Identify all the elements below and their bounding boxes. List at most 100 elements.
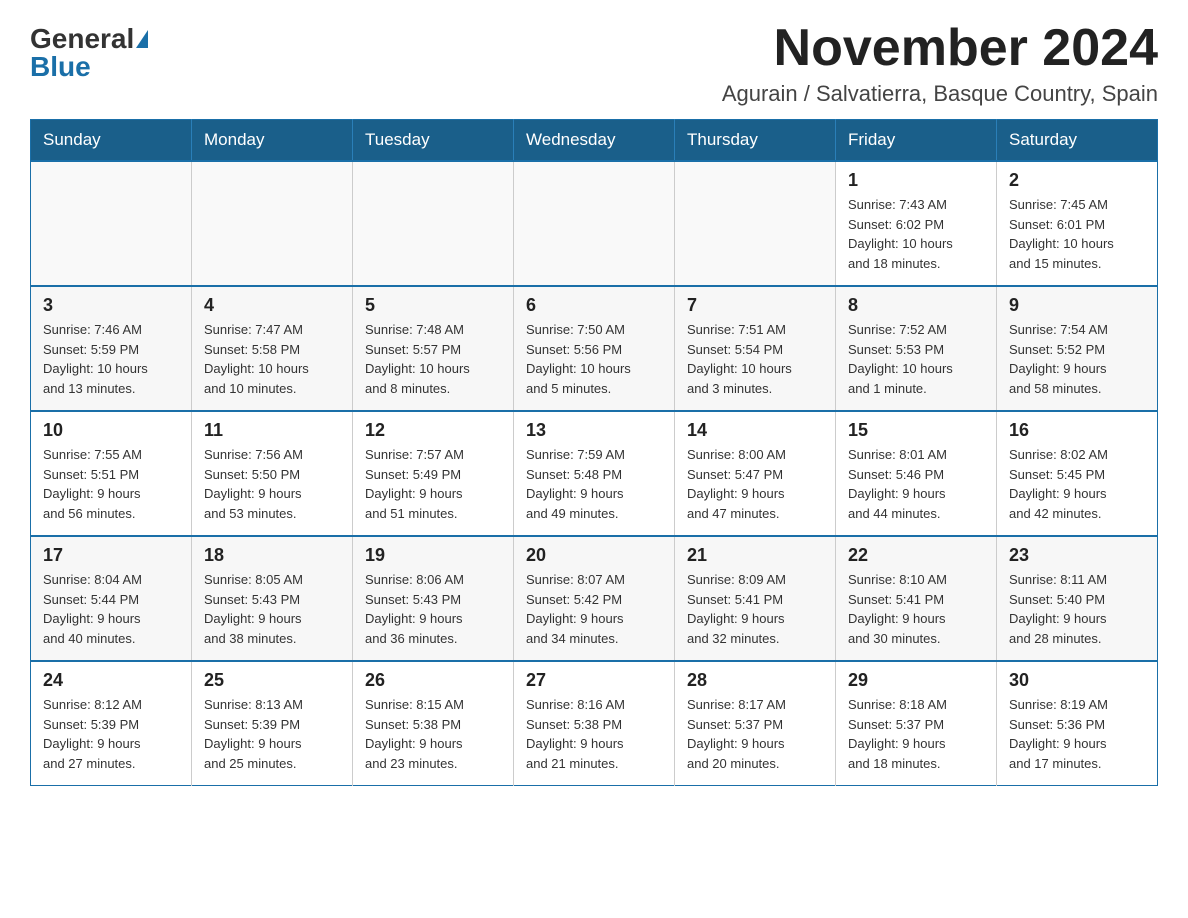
day-info: Sunrise: 8:05 AMSunset: 5:43 PMDaylight:… <box>204 570 340 648</box>
day-cell <box>192 161 353 286</box>
day-number: 1 <box>848 170 984 191</box>
week-row-5: 24 Sunrise: 8:12 AMSunset: 5:39 PMDayligh… <box>31 661 1158 786</box>
calendar-header-row: SundayMondayTuesdayWednesdayThursdayFrid… <box>31 120 1158 162</box>
day-number: 15 <box>848 420 984 441</box>
day-cell: 27Sunrise: 8:16 AMSunset: 5:38 PMDayligh… <box>514 661 675 786</box>
day-cell: 20Sunrise: 8:07 AMSunset: 5:42 PMDayligh… <box>514 536 675 661</box>
day-info: Sunrise: 7:50 AMSunset: 5:56 PMDaylight:… <box>526 320 662 398</box>
day-info: Sunrise: 8:19 AMSunset: 5:36 PMDaylight:… <box>1009 695 1145 773</box>
day-cell <box>31 161 192 286</box>
week-row-1: 1 Sunrise: 7:43 AMSunset: 6:02 PMDaylight… <box>31 161 1158 286</box>
day-number: 22 <box>848 545 984 566</box>
day-cell: 10Sunrise: 7:55 AMSunset: 5:51 PMDayligh… <box>31 411 192 536</box>
header-monday: Monday <box>192 120 353 162</box>
day-number: 10 <box>43 420 179 441</box>
week-row-3: 10Sunrise: 7:55 AMSunset: 5:51 PMDayligh… <box>31 411 1158 536</box>
day-cell: 12 Sunrise: 7:57 AMSunset: 5:49 PMDayligh… <box>353 411 514 536</box>
day-number: 4 <box>204 295 340 316</box>
header-tuesday: Tuesday <box>353 120 514 162</box>
calendar-title: November 2024 <box>722 20 1158 77</box>
day-info: Sunrise: 7:43 AMSunset: 6:02 PMDaylight:… <box>848 195 984 273</box>
day-number: 24 <box>43 670 179 691</box>
day-cell: 13 Sunrise: 7:59 AMSunset: 5:48 PMDayligh… <box>514 411 675 536</box>
day-info: Sunrise: 8:00 AMSunset: 5:47 PMDaylight:… <box>687 445 823 523</box>
day-number: 16 <box>1009 420 1145 441</box>
day-cell: 16 Sunrise: 8:02 AMSunset: 5:45 PMDayligh… <box>997 411 1158 536</box>
day-number: 29 <box>848 670 984 691</box>
day-number: 3 <box>43 295 179 316</box>
day-cell: 26Sunrise: 8:15 AMSunset: 5:38 PMDayligh… <box>353 661 514 786</box>
day-cell <box>353 161 514 286</box>
day-cell: 17 Sunrise: 8:04 AMSunset: 5:44 PMDayligh… <box>31 536 192 661</box>
header-saturday: Saturday <box>997 120 1158 162</box>
day-cell <box>675 161 836 286</box>
day-cell: 5Sunrise: 7:48 AMSunset: 5:57 PMDaylight… <box>353 286 514 411</box>
day-number: 7 <box>687 295 823 316</box>
day-cell: 3 Sunrise: 7:46 AMSunset: 5:59 PMDaylight… <box>31 286 192 411</box>
week-row-2: 3 Sunrise: 7:46 AMSunset: 5:59 PMDaylight… <box>31 286 1158 411</box>
day-info: Sunrise: 8:09 AMSunset: 5:41 PMDaylight:… <box>687 570 823 648</box>
day-number: 28 <box>687 670 823 691</box>
day-number: 26 <box>365 670 501 691</box>
day-cell: 9Sunrise: 7:54 AMSunset: 5:52 PMDaylight… <box>997 286 1158 411</box>
day-info: Sunrise: 8:17 AMSunset: 5:37 PMDaylight:… <box>687 695 823 773</box>
day-info: Sunrise: 7:57 AMSunset: 5:49 PMDaylight:… <box>365 445 501 523</box>
day-info: Sunrise: 7:59 AMSunset: 5:48 PMDaylight:… <box>526 445 662 523</box>
day-number: 18 <box>204 545 340 566</box>
day-cell: 24 Sunrise: 8:12 AMSunset: 5:39 PMDayligh… <box>31 661 192 786</box>
day-number: 5 <box>365 295 501 316</box>
day-info: Sunrise: 8:13 AMSunset: 5:39 PMDaylight:… <box>204 695 340 773</box>
day-number: 2 <box>1009 170 1145 191</box>
day-number: 13 <box>526 420 662 441</box>
day-info: Sunrise: 8:02 AMSunset: 5:45 PMDaylight:… <box>1009 445 1145 523</box>
day-cell: 29 Sunrise: 8:18 AMSunset: 5:37 PMDayligh… <box>836 661 997 786</box>
day-info: Sunrise: 8:04 AMSunset: 5:44 PMDaylight:… <box>43 570 179 648</box>
day-cell: 1 Sunrise: 7:43 AMSunset: 6:02 PMDaylight… <box>836 161 997 286</box>
day-info: Sunrise: 7:47 AMSunset: 5:58 PMDaylight:… <box>204 320 340 398</box>
day-number: 25 <box>204 670 340 691</box>
day-number: 14 <box>687 420 823 441</box>
page-header: General Blue November 2024 Agurain / Sal… <box>30 20 1158 107</box>
day-cell: 21 Sunrise: 8:09 AMSunset: 5:41 PMDayligh… <box>675 536 836 661</box>
day-number: 11 <box>204 420 340 441</box>
calendar-table: SundayMondayTuesdayWednesdayThursdayFrid… <box>30 119 1158 786</box>
header-friday: Friday <box>836 120 997 162</box>
day-cell: 6Sunrise: 7:50 AMSunset: 5:56 PMDaylight… <box>514 286 675 411</box>
day-info: Sunrise: 8:07 AMSunset: 5:42 PMDaylight:… <box>526 570 662 648</box>
header-thursday: Thursday <box>675 120 836 162</box>
logo-blue-text: Blue <box>30 53 91 81</box>
day-cell: 7Sunrise: 7:51 AMSunset: 5:54 PMDaylight… <box>675 286 836 411</box>
day-cell: 2 Sunrise: 7:45 AMSunset: 6:01 PMDaylight… <box>997 161 1158 286</box>
day-cell: 4 Sunrise: 7:47 AMSunset: 5:58 PMDaylight… <box>192 286 353 411</box>
day-cell: 25 Sunrise: 8:13 AMSunset: 5:39 PMDayligh… <box>192 661 353 786</box>
day-info: Sunrise: 7:52 AMSunset: 5:53 PMDaylight:… <box>848 320 984 398</box>
day-number: 12 <box>365 420 501 441</box>
day-cell: 19 Sunrise: 8:06 AMSunset: 5:43 PMDayligh… <box>353 536 514 661</box>
header-sunday: Sunday <box>31 120 192 162</box>
day-info: Sunrise: 8:10 AMSunset: 5:41 PMDaylight:… <box>848 570 984 648</box>
day-number: 21 <box>687 545 823 566</box>
day-cell: 28 Sunrise: 8:17 AMSunset: 5:37 PMDayligh… <box>675 661 836 786</box>
day-info: Sunrise: 8:01 AMSunset: 5:46 PMDaylight:… <box>848 445 984 523</box>
day-number: 30 <box>1009 670 1145 691</box>
day-info: Sunrise: 8:12 AMSunset: 5:39 PMDaylight:… <box>43 695 179 773</box>
day-info: Sunrise: 8:06 AMSunset: 5:43 PMDaylight:… <box>365 570 501 648</box>
day-cell: 11 Sunrise: 7:56 AMSunset: 5:50 PMDayligh… <box>192 411 353 536</box>
day-info: Sunrise: 8:18 AMSunset: 5:37 PMDaylight:… <box>848 695 984 773</box>
day-number: 19 <box>365 545 501 566</box>
day-info: Sunrise: 7:56 AMSunset: 5:50 PMDaylight:… <box>204 445 340 523</box>
day-info: Sunrise: 7:45 AMSunset: 6:01 PMDaylight:… <box>1009 195 1145 273</box>
logo: General Blue <box>30 20 148 81</box>
day-cell <box>514 161 675 286</box>
day-info: Sunrise: 7:46 AMSunset: 5:59 PMDaylight:… <box>43 320 179 398</box>
day-number: 27 <box>526 670 662 691</box>
day-cell: 22 Sunrise: 8:10 AMSunset: 5:41 PMDayligh… <box>836 536 997 661</box>
day-number: 17 <box>43 545 179 566</box>
day-cell: 8Sunrise: 7:52 AMSunset: 5:53 PMDaylight… <box>836 286 997 411</box>
day-cell: 30 Sunrise: 8:19 AMSunset: 5:36 PMDayligh… <box>997 661 1158 786</box>
day-cell: 23Sunrise: 8:11 AMSunset: 5:40 PMDayligh… <box>997 536 1158 661</box>
header-wednesday: Wednesday <box>514 120 675 162</box>
calendar-subtitle: Agurain / Salvatierra, Basque Country, S… <box>722 81 1158 107</box>
logo-general-text: General <box>30 25 134 53</box>
day-info: Sunrise: 7:54 AMSunset: 5:52 PMDaylight:… <box>1009 320 1145 398</box>
